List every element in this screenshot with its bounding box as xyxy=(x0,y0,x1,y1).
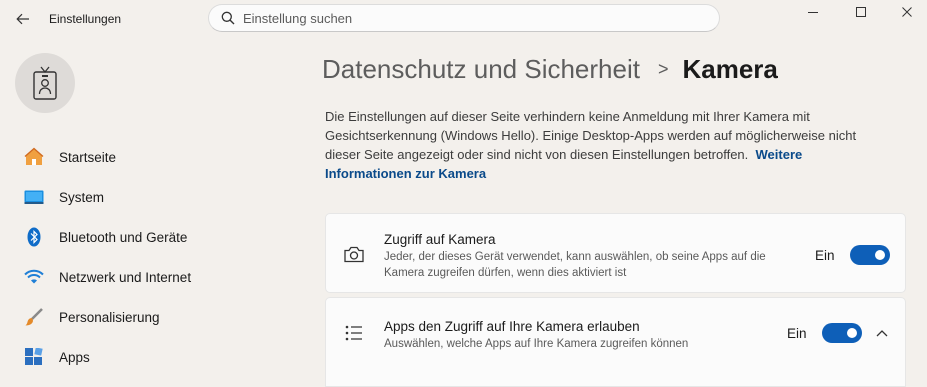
toggle-knob xyxy=(875,250,885,260)
maximize-icon xyxy=(856,7,866,17)
app-title: Einstellungen xyxy=(49,12,122,26)
breadcrumb-parent-link[interactable]: Datenschutz und Sicherheit xyxy=(322,54,640,85)
sidebar-item-label: Netzwerk und Internet xyxy=(59,269,192,285)
page-description: Die Einstellungen auf dieser Seite verhi… xyxy=(325,107,885,183)
sidebar-item-apps[interactable]: Apps xyxy=(16,337,286,377)
monitor-icon xyxy=(24,187,44,207)
breadcrumb-separator: > xyxy=(657,59,669,79)
search-input[interactable] xyxy=(243,10,683,26)
camera-icon xyxy=(342,242,366,266)
sidebar-item-label: Personalisierung xyxy=(59,309,160,325)
setting-description: Jeder, der dieses Gerät verwendet, kann … xyxy=(384,251,766,279)
maximize-button[interactable] xyxy=(838,0,884,24)
sidebar-item-bluetooth[interactable]: Bluetooth und Geräte xyxy=(16,217,286,257)
minimize-icon xyxy=(808,12,818,13)
camera-access-setting: Zugriff auf Kamera Jeder, der dieses Ger… xyxy=(325,213,906,293)
back-arrow-icon xyxy=(16,13,29,25)
sidebar-item-label: Apps xyxy=(59,349,90,365)
home-icon xyxy=(24,147,44,167)
toggle-state-label: Ein xyxy=(787,326,807,341)
bluetooth-icon xyxy=(24,227,44,247)
paintbrush-icon xyxy=(24,307,44,327)
apps-access-toggle[interactable] xyxy=(822,323,862,343)
toggle-state-label: Ein xyxy=(815,248,835,263)
wifi-icon xyxy=(24,267,44,287)
search-icon xyxy=(213,11,243,25)
sidebar-item-personalization[interactable]: Personalisierung xyxy=(16,297,286,337)
toggle-knob xyxy=(847,328,857,338)
apps-icon xyxy=(24,347,44,367)
setting-title: Zugriff auf Kamera xyxy=(384,232,496,247)
avatar[interactable] xyxy=(15,53,75,113)
setting-title: Apps den Zugriff auf Ihre Kamera erlaube… xyxy=(384,319,640,334)
search-box[interactable] xyxy=(208,4,720,32)
user-badge-icon xyxy=(33,66,57,100)
close-icon xyxy=(902,7,912,17)
minimize-button[interactable] xyxy=(790,0,836,24)
close-button[interactable] xyxy=(884,0,927,24)
sidebar-item-label: System xyxy=(59,189,105,205)
list-icon xyxy=(342,321,366,345)
sidebar-item-home[interactable]: Startseite xyxy=(16,137,286,177)
chevron-up-icon[interactable] xyxy=(874,325,890,341)
sidebar-item-system[interactable]: System xyxy=(16,177,286,217)
back-button[interactable] xyxy=(12,8,34,30)
sidebar-item-label: Bluetooth und Geräte xyxy=(59,229,188,245)
sidebar-nav: Startseite System Bluetooth und Geräte N… xyxy=(16,137,286,377)
camera-access-toggle[interactable] xyxy=(850,245,890,265)
apps-access-setting[interactable]: Apps den Zugriff auf Ihre Kamera erlaube… xyxy=(325,297,906,387)
breadcrumb: Datenschutz und Sicherheit > Kamera xyxy=(322,54,778,85)
sidebar-item-network[interactable]: Netzwerk und Internet xyxy=(16,257,286,297)
page-title: Kamera xyxy=(682,54,778,84)
sidebar-item-label: Startseite xyxy=(59,149,117,165)
setting-description: Auswählen, welche Apps auf Ihre Kamera z… xyxy=(384,338,689,350)
